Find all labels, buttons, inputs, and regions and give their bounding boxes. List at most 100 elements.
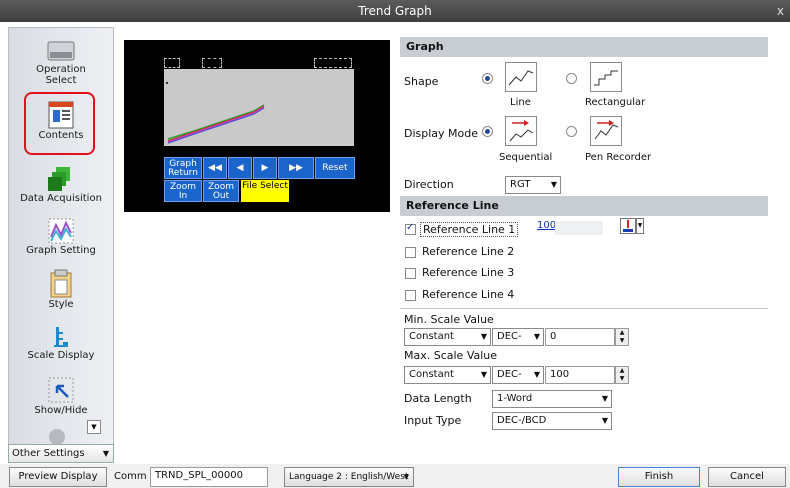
sidebar: Operation Select Contents Data Acquisiti…: [8, 27, 114, 447]
sidebar-item-label: Show/Hide: [34, 405, 88, 416]
other-settings-button[interactable]: Other Settings ▼: [8, 444, 114, 463]
language-value: Language 2 : English/West: [289, 472, 409, 482]
sidebar-item-label: Operation Select: [36, 64, 86, 86]
input-type-select[interactable]: DEC-/BCD ▼: [492, 412, 612, 430]
preview-placeholder: [314, 58, 352, 68]
zoom-out-button[interactable]: Zoom Out: [203, 180, 239, 202]
direction-value: RGT: [510, 179, 531, 190]
comm-input[interactable]: TRND_SPL_00000: [150, 467, 268, 487]
finish-button[interactable]: Finish: [618, 467, 700, 487]
mode-sequential-label: Sequential: [499, 152, 553, 163]
mode-pen-label: Pen Recorder: [585, 152, 652, 163]
graph-area: [164, 69, 354, 146]
chevron-down-icon: ▼: [533, 370, 540, 379]
min-scale-format: DEC-: [497, 331, 522, 342]
scale-display-icon: [54, 327, 68, 347]
sidebar-item-style[interactable]: Style: [9, 269, 113, 310]
min-scale-value-input[interactable]: 0: [545, 328, 615, 346]
reference-line-2-label: Reference Line 2: [422, 245, 515, 258]
contents-highlight: [24, 92, 95, 155]
chevron-down-icon: ▼: [550, 180, 557, 189]
min-scale-type: Constant: [409, 331, 454, 342]
max-scale-format: DEC-: [497, 369, 522, 380]
reference-line-4-checkbox[interactable]: [405, 290, 416, 301]
max-scale-spinner[interactable]: ▲ ▼: [615, 366, 629, 384]
chevron-down-icon: ▼: [533, 332, 540, 341]
sidebar-item-label: Data Acquisition: [20, 193, 102, 204]
reference-line-1-value[interactable]: 100: [537, 220, 556, 231]
input-type-value: DEC-/BCD: [497, 415, 547, 426]
scroll-fast-left-icon[interactable]: ◀◀: [203, 157, 227, 179]
chevron-down-icon: ▼: [480, 332, 487, 341]
preview-placeholder: [164, 58, 180, 68]
divider: [400, 308, 768, 309]
sidebar-scroll-down-icon[interactable]: ▼: [87, 420, 101, 434]
scroll-left-icon[interactable]: ◀: [228, 157, 252, 179]
pen-color-icon[interactable]: [620, 218, 636, 234]
max-scale-type-select[interactable]: Constant ▼: [404, 366, 491, 384]
mode-sequential-radio[interactable]: [482, 126, 493, 137]
reference-line-3-label: Reference Line 3: [422, 266, 515, 279]
graph-return-button[interactable]: Graph Return: [164, 157, 202, 179]
data-length-value: 1-Word: [497, 393, 533, 404]
shape-line-radio[interactable]: [482, 73, 493, 84]
shape-label: Shape: [404, 75, 439, 88]
sidebar-item-show-hide[interactable]: Show/Hide: [9, 375, 113, 416]
title-bar: Trend Graph x: [0, 0, 790, 22]
direction-select[interactable]: RGT ▼: [505, 176, 561, 194]
operation-select-icon: [47, 41, 75, 61]
min-scale-type-select[interactable]: Constant ▼: [404, 328, 491, 346]
shape-line-label: Line: [510, 97, 531, 108]
max-scale-format-select[interactable]: DEC- ▼: [492, 366, 544, 384]
sequential-mode-icon[interactable]: [505, 116, 537, 146]
window-title: Trend Graph: [358, 4, 432, 18]
language-select[interactable]: Language 2 : English/West ▼: [284, 467, 414, 487]
sidebar-item-scale-display[interactable]: Scale Display: [9, 324, 113, 361]
sidebar-item-operation-select[interactable]: Operation Select: [9, 38, 113, 86]
sidebar-item-label: Graph Setting: [26, 245, 96, 256]
sidebar-item-label: Style: [48, 299, 74, 310]
chevron-down-icon: ▼: [601, 416, 608, 425]
data-length-select[interactable]: 1-Word ▼: [492, 390, 612, 408]
preview-display-button[interactable]: Preview Display: [9, 467, 107, 487]
rectangular-shape-icon[interactable]: [590, 62, 622, 92]
line-shape-icon[interactable]: [505, 62, 537, 92]
trend-lines: [166, 82, 265, 144]
file-select-button[interactable]: File Select: [241, 180, 289, 202]
input-type-label: Input Type: [404, 414, 462, 427]
graph-section-header: Graph: [400, 37, 768, 57]
graph-preview: Graph Return ◀◀ ◀ ▶ ▶▶ Reset Zoom In Zoo…: [124, 40, 390, 212]
graph-setting-icon: [48, 218, 74, 244]
mode-pen-radio[interactable]: [566, 126, 577, 137]
scroll-fast-right-icon[interactable]: ▶▶: [278, 157, 314, 179]
reference-line-1-checkbox[interactable]: [405, 222, 416, 235]
pen-recorder-mode-icon[interactable]: [590, 116, 622, 146]
close-icon[interactable]: x: [777, 0, 784, 22]
sidebar-item-label: Scale Display: [27, 350, 95, 361]
sidebar-item-data-acquisition[interactable]: Data Acquisition: [9, 165, 113, 204]
chevron-down-icon[interactable]: ▼: [636, 218, 644, 234]
cancel-button[interactable]: Cancel: [708, 467, 786, 487]
other-settings-label: Other Settings: [12, 448, 85, 459]
sidebar-item-graph-setting[interactable]: Graph Setting: [9, 217, 113, 256]
reference-line-3-checkbox[interactable]: [405, 268, 416, 279]
min-scale-spinner[interactable]: ▲ ▼: [615, 328, 629, 346]
max-scale-value-input[interactable]: 100: [545, 366, 615, 384]
data-length-label: Data Length: [404, 392, 472, 405]
chevron-down-icon: ▼: [601, 394, 608, 403]
zoom-in-button[interactable]: Zoom In: [164, 180, 202, 202]
shape-rect-label: Rectangular: [585, 97, 646, 108]
reset-button[interactable]: Reset: [315, 157, 355, 179]
style-icon: [50, 269, 72, 298]
show-hide-icon: [48, 377, 74, 403]
reference-line-2-checkbox[interactable]: [405, 247, 416, 258]
chevron-down-icon: ▼: [403, 473, 409, 481]
reference-line-4-label: Reference Line 4: [422, 288, 515, 301]
comm-label: Comm: [114, 471, 147, 482]
min-scale-format-select[interactable]: DEC- ▼: [492, 328, 544, 346]
shape-rect-radio[interactable]: [566, 73, 577, 84]
reference-value-field[interactable]: [555, 221, 603, 235]
preview-placeholder: [202, 58, 222, 68]
scroll-right-icon[interactable]: ▶: [253, 157, 277, 179]
reference-section-header: Reference Line: [400, 196, 768, 216]
